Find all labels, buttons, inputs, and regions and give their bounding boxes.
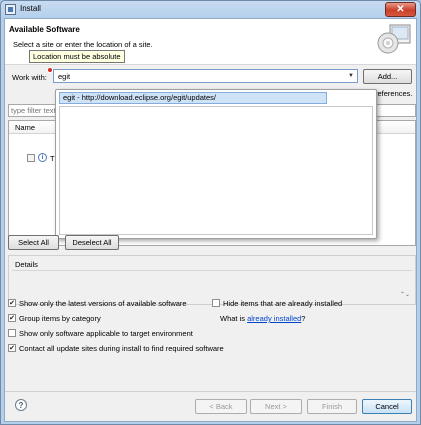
combo-arrow-icon[interactable]: ▼ bbox=[346, 71, 356, 81]
work-with-label: Work with: bbox=[12, 73, 47, 82]
info-icon: i bbox=[38, 153, 47, 162]
what-is-suffix: ? bbox=[301, 314, 306, 323]
column-header-name[interactable]: Name bbox=[15, 123, 35, 132]
available-sites-link-fragment[interactable]: references. bbox=[375, 89, 413, 98]
add-site-button[interactable]: Add... bbox=[363, 69, 412, 84]
option-hide-installed[interactable]: Hide items that are already installed bbox=[212, 298, 412, 309]
option-group-by-category-label: Group items by category bbox=[19, 314, 101, 323]
option-latest-versions-label: Show only the latest versions of availab… bbox=[19, 299, 187, 308]
error-tooltip: Location must be absolute bbox=[29, 50, 125, 63]
back-button[interactable]: < Back bbox=[195, 399, 247, 414]
checkbox-contact-update-sites[interactable]: ✔ bbox=[8, 344, 16, 352]
work-with-input-value[interactable]: egit bbox=[58, 72, 70, 81]
already-installed-link[interactable]: already installed bbox=[247, 314, 301, 323]
suggestion-item[interactable]: egit - http://download.eclipse.org/egit/… bbox=[59, 92, 327, 104]
option-target-environment-label: Show only software applicable to target … bbox=[19, 329, 193, 338]
checkbox-latest-versions[interactable]: ✔ bbox=[8, 299, 16, 307]
deselect-all-button[interactable]: Deselect All bbox=[65, 235, 119, 250]
option-contact-update-sites-label: Contact all update sites during install … bbox=[19, 344, 224, 353]
title-bar[interactable]: Install ✕ bbox=[1, 1, 420, 18]
dialog-body: Available Software Select a site or ente… bbox=[4, 18, 417, 422]
option-target-environment[interactable]: Show only software applicable to target … bbox=[8, 328, 268, 339]
finish-button[interactable]: Finish bbox=[307, 399, 357, 414]
app-icon bbox=[5, 4, 16, 15]
what-is-installed: What is already installed? bbox=[220, 313, 410, 324]
site-suggestions-dropdown: egit - http://download.eclipse.org/egit/… bbox=[55, 89, 377, 239]
cd-install-icon bbox=[377, 24, 411, 54]
checkbox-group-by-category[interactable]: ✔ bbox=[8, 314, 16, 322]
option-hide-installed-label: Hide items that are already installed bbox=[223, 299, 343, 308]
suggestion-list-area bbox=[59, 106, 373, 235]
checkbox-target-environment[interactable] bbox=[8, 329, 16, 337]
what-is-prefix: What is bbox=[220, 314, 248, 323]
cancel-button[interactable]: Cancel bbox=[362, 399, 412, 414]
work-with-combo[interactable]: egit ▼ bbox=[53, 69, 358, 83]
option-contact-update-sites[interactable]: ✔ Contact all update sites during instal… bbox=[8, 343, 308, 354]
banner-title: Available Software bbox=[9, 25, 80, 34]
window-title: Install bbox=[20, 4, 41, 13]
row-checkbox[interactable] bbox=[27, 154, 35, 162]
details-label: Details bbox=[15, 260, 38, 269]
help-icon[interactable]: ? bbox=[15, 399, 27, 411]
install-window: Install ✕ Available Software Select a si… bbox=[0, 0, 421, 425]
select-all-button[interactable]: Select All bbox=[8, 235, 59, 250]
next-button[interactable]: Next > bbox=[250, 399, 302, 414]
scroll-arrows-icon[interactable]: ⌃⌄ bbox=[400, 291, 410, 298]
option-group-by-category[interactable]: ✔ Group items by category bbox=[8, 313, 208, 324]
footer-separator bbox=[5, 391, 416, 392]
checkbox-hide-installed[interactable] bbox=[212, 299, 220, 307]
banner-description: Select a site or enter the location of a… bbox=[13, 40, 153, 49]
close-button[interactable]: ✕ bbox=[385, 2, 416, 17]
option-latest-versions[interactable]: ✔ Show only the latest versions of avail… bbox=[8, 298, 208, 309]
